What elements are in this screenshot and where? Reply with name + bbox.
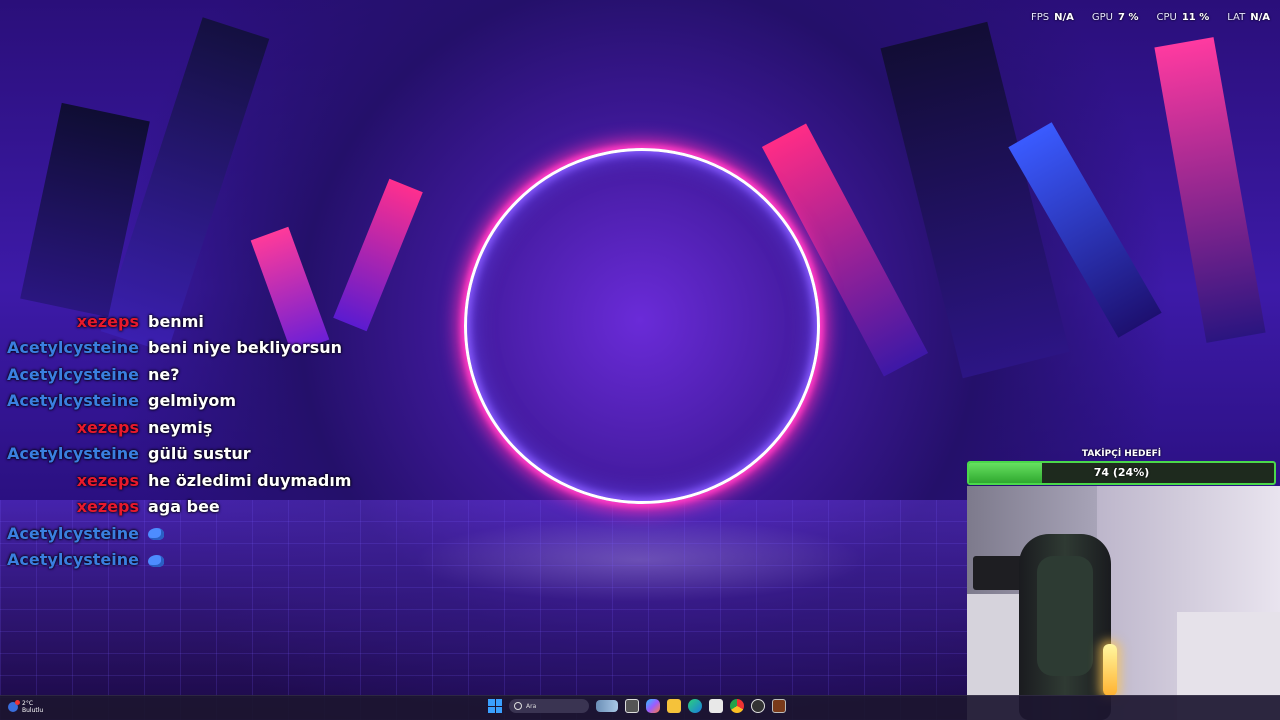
taskbar: 2°C Bulutlu Ara bbox=[0, 695, 1280, 720]
emote-icon bbox=[148, 554, 164, 567]
obs-icon[interactable] bbox=[751, 699, 765, 713]
chrome-icon[interactable] bbox=[730, 699, 744, 713]
stat-gpu: GPU 7 % bbox=[1092, 12, 1139, 23]
chat-overlay: xezeps benmi Acetylcysteine beni niye bekl… bbox=[0, 308, 420, 573]
chat-text: gülü sustur bbox=[148, 444, 251, 464]
edge-icon[interactable] bbox=[688, 699, 702, 713]
chat-username: Acetylcysteine bbox=[7, 523, 139, 543]
chat-message: Acetylcysteine bbox=[0, 547, 420, 574]
webcam-printer bbox=[973, 556, 1023, 590]
neon-ring bbox=[464, 148, 820, 504]
chat-message: xezeps aga bee bbox=[0, 494, 420, 521]
weather-desc: Bulutlu bbox=[22, 707, 44, 714]
stat-lat: LAT N/A bbox=[1227, 12, 1270, 23]
chat-message: xezeps neymiş bbox=[0, 414, 420, 441]
goal-title: TAKİPÇİ HEDEFİ bbox=[1081, 449, 1162, 459]
webcam-lamp bbox=[1103, 644, 1117, 696]
chat-message: xezeps benmi bbox=[0, 308, 420, 335]
file-explorer-icon[interactable] bbox=[667, 699, 681, 713]
stat-fps: FPS N/A bbox=[1031, 12, 1074, 23]
stat-value: N/A bbox=[1250, 12, 1270, 23]
store-icon[interactable] bbox=[709, 699, 723, 713]
stat-label: GPU bbox=[1091, 12, 1114, 23]
chat-username: Acetylcysteine bbox=[7, 550, 139, 570]
webcam-chair-back bbox=[1037, 556, 1093, 676]
emote-icon bbox=[148, 528, 164, 541]
chat-text: aga bee bbox=[148, 497, 220, 517]
chat-username: Acetylcysteine bbox=[7, 364, 139, 384]
weather-widget[interactable]: 2°C Bulutlu bbox=[8, 700, 43, 714]
goal-progress-text: 74 (24%) bbox=[1093, 466, 1150, 479]
search-highlight-icon[interactable] bbox=[596, 700, 618, 712]
stat-label: FPS bbox=[1031, 12, 1050, 23]
taskbar-center: Ara bbox=[488, 699, 786, 713]
taskbar-search[interactable]: Ara bbox=[509, 699, 589, 713]
stat-value: 11 % bbox=[1181, 12, 1210, 23]
chat-text: gelmiyom bbox=[148, 391, 237, 411]
stat-label: CPU bbox=[1156, 12, 1177, 23]
follower-goal: TAKİPÇİ HEDEFİ 74 (24%) bbox=[967, 449, 1276, 485]
chat-message: Acetylcysteine gelmiyom bbox=[0, 388, 420, 415]
chat-message: Acetylcysteine ne? bbox=[0, 361, 420, 388]
stat-label: LAT bbox=[1227, 12, 1246, 23]
chat-message: Acetylcysteine gülü sustur bbox=[0, 441, 420, 468]
chat-username: xezeps bbox=[76, 417, 139, 437]
chat-username: Acetylcysteine bbox=[7, 391, 139, 411]
chat-text: ne? bbox=[148, 364, 180, 384]
stat-value: N/A bbox=[1054, 12, 1074, 23]
chat-username: xezeps bbox=[76, 497, 139, 517]
start-icon[interactable] bbox=[488, 699, 502, 713]
chat-text: neymiş bbox=[148, 417, 213, 437]
performance-stats: FPS N/A GPU 7 % CPU 11 % LAT N/A bbox=[1031, 12, 1270, 23]
chat-username: xezeps bbox=[76, 470, 139, 490]
chat-text: beni niye bekliyorsun bbox=[148, 338, 343, 358]
chat-message: Acetylcysteine bbox=[0, 520, 420, 547]
chat-username: xezeps bbox=[76, 311, 139, 331]
chat-message: xezeps he özledimi duymadım bbox=[0, 467, 420, 494]
webcam-feed bbox=[967, 486, 1280, 720]
chat-text: benmi bbox=[148, 311, 204, 331]
copilot-icon[interactable] bbox=[646, 699, 660, 713]
stat-value: 7 % bbox=[1118, 12, 1139, 23]
app-icon[interactable] bbox=[772, 699, 786, 713]
chat-message: Acetylcysteine beni niye bekliyorsun bbox=[0, 335, 420, 362]
search-placeholder: Ara bbox=[526, 702, 537, 710]
weather-temp: 2°C bbox=[22, 700, 34, 707]
stat-cpu: CPU 11 % bbox=[1156, 12, 1209, 23]
chat-username: Acetylcysteine bbox=[7, 338, 139, 358]
chat-username: Acetylcysteine bbox=[7, 444, 139, 464]
search-icon bbox=[514, 702, 522, 710]
task-view-icon[interactable] bbox=[625, 699, 639, 713]
chat-text: he özledimi duymadım bbox=[148, 470, 352, 490]
weather-icon bbox=[8, 700, 20, 712]
goal-progress-bar: 74 (24%) bbox=[967, 461, 1276, 485]
